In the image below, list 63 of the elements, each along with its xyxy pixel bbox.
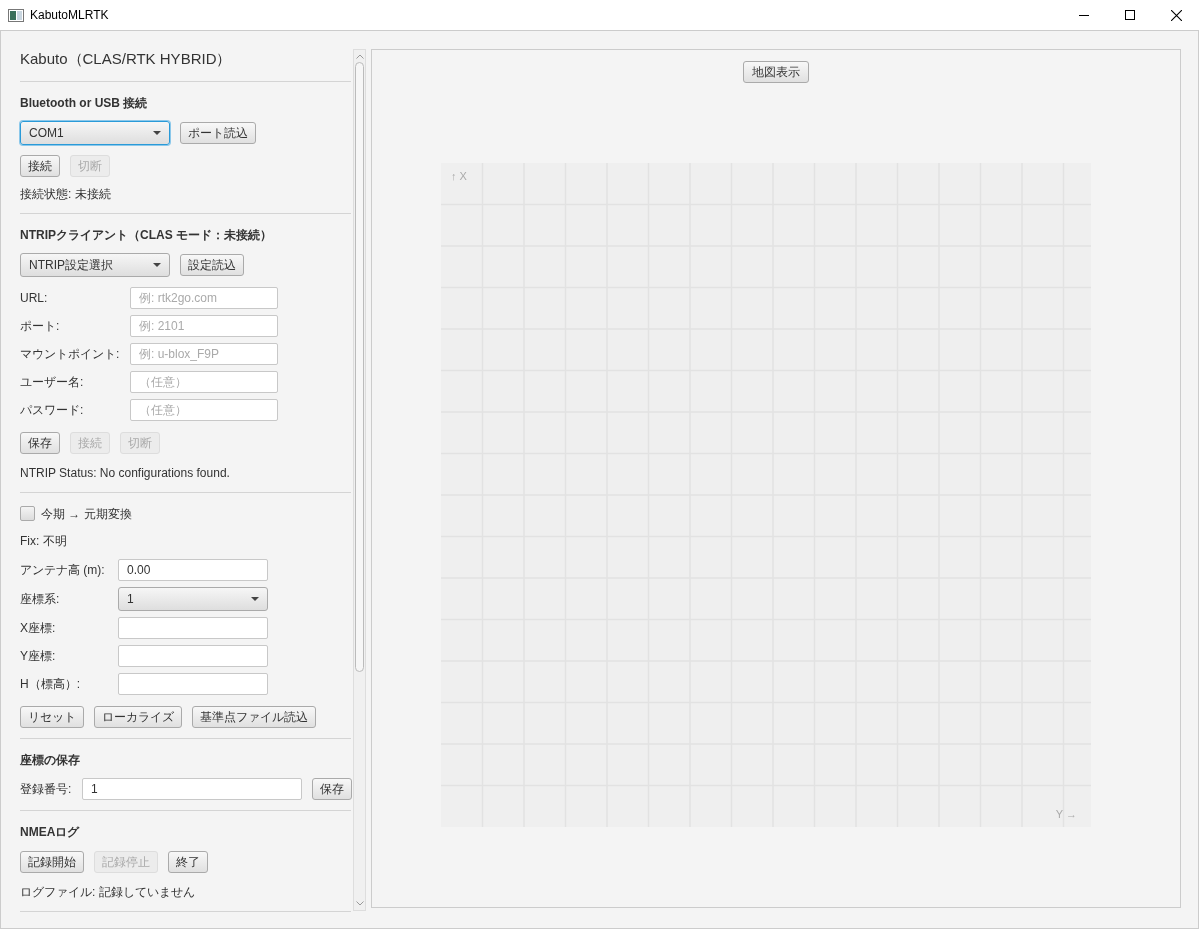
- input-field[interactable]: （任意）: [130, 370, 278, 393]
- y-axis-label: Y →: [1055, 806, 1077, 822]
- input-field[interactable]: [118, 644, 268, 667]
- button[interactable]: 記録開始: [20, 850, 84, 873]
- button[interactable]: ローカライズ: [94, 705, 182, 728]
- scroll-down-icon: [355, 901, 364, 906]
- button[interactable]: 設定読込: [180, 253, 244, 276]
- button[interactable]: 保存: [312, 777, 352, 800]
- maximize-icon: [1125, 10, 1135, 20]
- section-heading: 座標の保存: [20, 751, 81, 769]
- section-heading: NTRIPクライアント（CLAS モード：未接続）: [20, 226, 273, 244]
- button[interactable]: 終了: [168, 850, 208, 873]
- input-field[interactable]: 例: u-blox_F9P: [130, 342, 278, 365]
- field-label: アンテナ高 (m):: [20, 561, 106, 579]
- select-value: 1: [127, 590, 134, 608]
- scroll-up-icon: [355, 54, 364, 59]
- checkbox[interactable]: [20, 506, 35, 521]
- button[interactable]: リセット: [20, 705, 84, 728]
- button[interactable]: 接続: [20, 154, 60, 177]
- field-label: ポート:: [20, 317, 61, 335]
- dropdown-arrow-icon: [153, 262, 161, 267]
- status-text: NTRIP Status: No configurations found.: [20, 464, 231, 482]
- fix-status: Fix: 不明: [20, 532, 68, 550]
- input-field[interactable]: （任意）: [130, 398, 278, 421]
- field-label: マウントポイント:: [20, 345, 121, 363]
- dropdown-arrow-icon: [153, 130, 161, 135]
- select-value: COM1: [29, 124, 64, 142]
- field-label: URL:: [20, 289, 49, 307]
- section-heading: Bluetooth or USB 接続: [20, 94, 149, 112]
- button[interactable]: ポート読込: [180, 121, 256, 144]
- map-button[interactable]: 地図表示: [743, 61, 809, 83]
- field-label: H（標高）:: [20, 675, 81, 693]
- input-field[interactable]: 1: [82, 777, 302, 800]
- close-icon: [1170, 9, 1182, 21]
- checkbox-label: 今期 → 元期変換: [41, 505, 132, 523]
- section-heading: NMEAログ: [20, 823, 81, 841]
- field-label: X座標:: [20, 619, 57, 637]
- field-label: 登録番号:: [20, 780, 73, 798]
- port-select[interactable]: COM1: [20, 120, 170, 145]
- status-text: ログファイル: 記録していません: [20, 883, 196, 901]
- scroll-thumb[interactable]: [355, 62, 364, 672]
- minimize-icon: [1079, 14, 1089, 16]
- input-field[interactable]: 例: 2101: [130, 314, 278, 337]
- input-field[interactable]: [118, 616, 268, 639]
- dropdown-arrow-icon: [251, 596, 259, 601]
- input-field[interactable]: 0.00: [118, 558, 268, 581]
- field-label: 座標系:: [20, 590, 61, 608]
- preset-select[interactable]: NTRIP設定選択: [20, 252, 170, 277]
- select-value: NTRIP設定選択: [29, 256, 113, 274]
- field-label: Y座標:: [20, 647, 57, 665]
- input-field[interactable]: 例: rtk2go.com: [130, 286, 278, 309]
- button[interactable]: 保存: [20, 431, 60, 454]
- window-title: KabutoMLRTK: [30, 7, 109, 24]
- status-text: 接続状態: 未接続: [20, 185, 112, 203]
- scrollbar[interactable]: [353, 49, 366, 911]
- input-field[interactable]: [118, 672, 268, 695]
- app-icon: [8, 8, 24, 22]
- x-axis-label: ↑ X: [451, 169, 467, 184]
- field-label: ユーザー名:: [20, 373, 85, 391]
- coordinate-system-select[interactable]: 1: [118, 586, 268, 611]
- field-label: パスワード:: [20, 401, 85, 419]
- app-title: Kabuto（CLAS/RTK HYBRID）: [20, 49, 233, 69]
- button[interactable]: 基準点ファイル読込: [192, 705, 316, 728]
